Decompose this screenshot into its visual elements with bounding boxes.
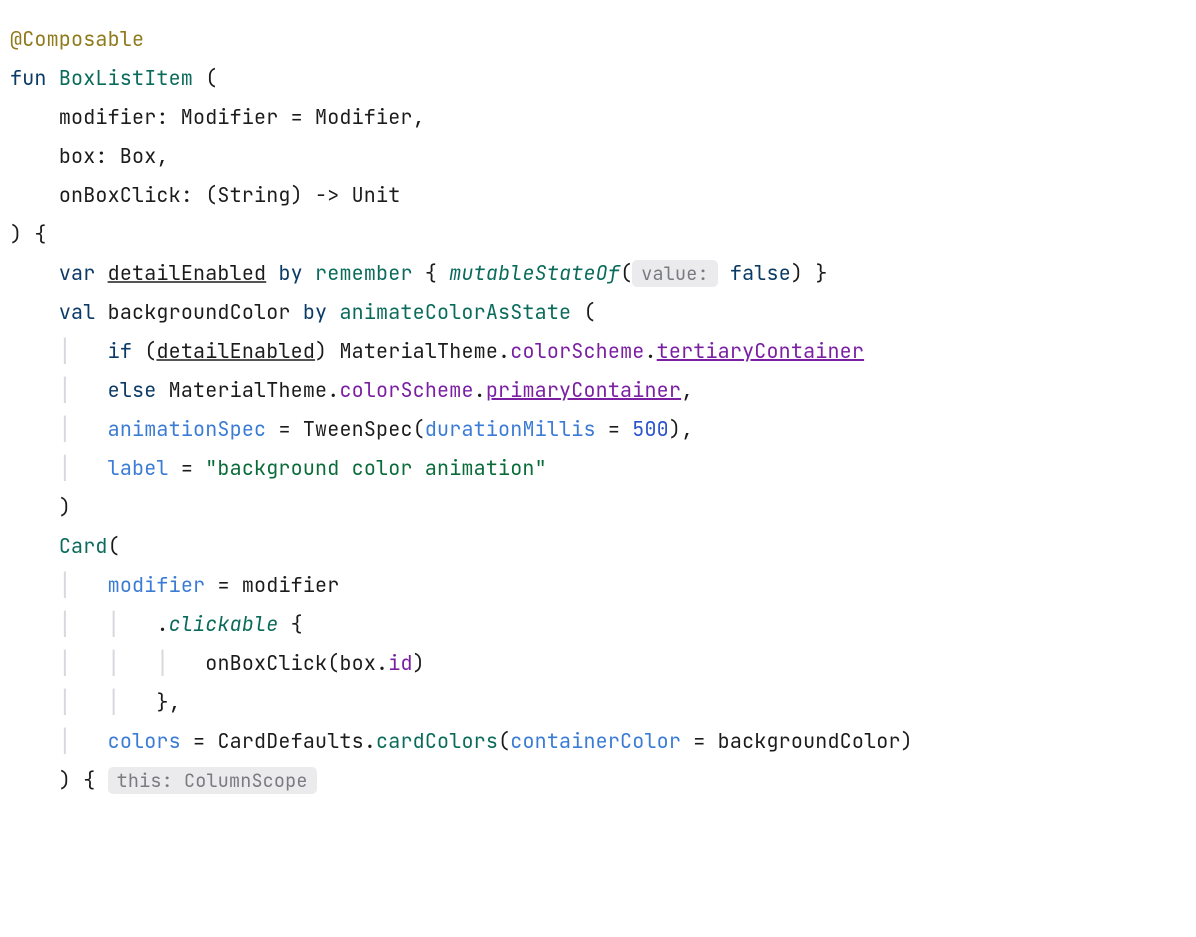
call-tweenspec: TweenSpec xyxy=(303,416,413,442)
indent-guide: │ xyxy=(59,572,71,598)
paren-open: ( xyxy=(620,260,632,286)
paren-close-7: ) xyxy=(901,728,913,754)
indent-guide: │ xyxy=(59,338,71,364)
indent-guide: │ xyxy=(59,611,71,637)
brace-close: } xyxy=(815,260,827,286)
kw-false: false xyxy=(730,260,791,286)
param-animationspec: animationSpec xyxy=(108,416,267,442)
indent-guide: │ xyxy=(108,611,120,637)
paren-open-3: ( xyxy=(144,338,156,364)
param-colors: colors xyxy=(108,728,181,754)
paren-open-6: ( xyxy=(327,650,339,676)
paren-close-brace: ) { xyxy=(59,767,96,793)
paren-open-7: ( xyxy=(498,728,510,754)
prop-colorscheme: colorScheme xyxy=(510,338,644,364)
prop-id: id xyxy=(388,650,412,676)
call-cardcolors: cardColors xyxy=(376,728,498,754)
annotation-composable: @Composable xyxy=(10,26,144,52)
param-durationmillis: durationMillis xyxy=(425,416,596,442)
eq: = xyxy=(608,416,620,442)
comma: , xyxy=(681,377,693,403)
brace-close-comma: }, xyxy=(156,689,180,715)
eq: = xyxy=(693,728,705,754)
brace-open-2: { xyxy=(291,611,303,637)
prop-tertiarycontainer: tertiaryContainer xyxy=(657,338,864,364)
ref-materialtheme-2: MaterialTheme. xyxy=(169,377,340,403)
func-name: BoxListItem xyxy=(59,65,193,91)
indent-guide: │ xyxy=(59,728,71,754)
kw-val: val xyxy=(59,299,96,325)
call-remember: remember xyxy=(315,260,413,286)
ref-materialtheme: MaterialTheme. xyxy=(339,338,510,364)
paren-close: ) xyxy=(791,260,803,286)
ref-carddefaults: CardDefaults xyxy=(217,728,363,754)
indent-guide: │ xyxy=(59,455,71,481)
indent-guide: │ xyxy=(59,650,71,676)
ref-modifier: modifier xyxy=(242,572,340,598)
open-paren: ( xyxy=(205,65,217,91)
eq: = xyxy=(217,572,229,598)
call-onboxclick: onBoxClick xyxy=(205,650,327,676)
param-containercolor: containerColor xyxy=(510,728,681,754)
ref-box: box. xyxy=(339,650,388,676)
kw-else: else xyxy=(108,377,157,403)
ref-detailenabled: detailEnabled xyxy=(156,338,315,364)
dot: . xyxy=(156,611,168,637)
brace-open: { xyxy=(425,260,437,286)
call-mutablestateof: mutableStateOf xyxy=(449,260,620,286)
kw-var: var xyxy=(59,260,96,286)
param-modifier-2: modifier xyxy=(108,572,206,598)
paren-open-4: ( xyxy=(413,416,425,442)
paren-open-5: ( xyxy=(108,533,120,559)
dot: . xyxy=(644,338,656,364)
eq: = xyxy=(193,728,205,754)
hint-columnscope: this: ColumnScope xyxy=(108,767,317,794)
kw-by-2: by xyxy=(303,299,327,325)
indent-guide: │ xyxy=(59,377,71,403)
prop-primarycontainer: primaryContainer xyxy=(486,377,681,403)
param-label: label xyxy=(108,455,169,481)
kw-if: if xyxy=(108,338,132,364)
paren-close-5: ) xyxy=(59,494,71,520)
paren-open-2: ( xyxy=(583,299,595,325)
call-clickable: clickable xyxy=(169,611,279,637)
dot: . xyxy=(364,728,376,754)
param-box: box: Box, xyxy=(59,143,169,169)
param-onboxclick: onBoxClick: (String) -> Unit xyxy=(59,182,401,208)
indent-guide: │ xyxy=(108,689,120,715)
paren-close-4: ), xyxy=(669,416,693,442)
indent-guide: │ xyxy=(59,689,71,715)
paren-close-6: ) xyxy=(413,650,425,676)
call-animatecolor: animateColorAsState xyxy=(339,299,571,325)
call-card: Card xyxy=(59,533,108,559)
hint-value: value: xyxy=(632,260,717,287)
close-paren-brace: ) { xyxy=(10,221,47,247)
code-editor[interactable]: @Composable fun BoxListItem ( modifier: … xyxy=(0,0,1196,937)
kw-by: by xyxy=(278,260,302,286)
param-modifier: modifier: Modifier = Modifier, xyxy=(59,104,425,130)
indent-guide: │ xyxy=(108,650,120,676)
paren-close-3: ) xyxy=(315,338,327,364)
dot: . xyxy=(474,377,486,403)
kw-fun: fun xyxy=(10,65,47,91)
var-detailenabled: detailEnabled xyxy=(108,260,267,286)
ref-backgroundcolor: backgroundColor xyxy=(718,728,901,754)
var-backgroundcolor: backgroundColor xyxy=(108,299,291,325)
prop-colorscheme-2: colorScheme xyxy=(339,377,473,403)
num-500: 500 xyxy=(632,416,669,442)
indent-guide: │ xyxy=(59,416,71,442)
string-label: "background color animation" xyxy=(205,455,547,481)
eq: = xyxy=(181,455,193,481)
eq: = xyxy=(278,416,290,442)
indent-guide: │ xyxy=(156,650,168,676)
